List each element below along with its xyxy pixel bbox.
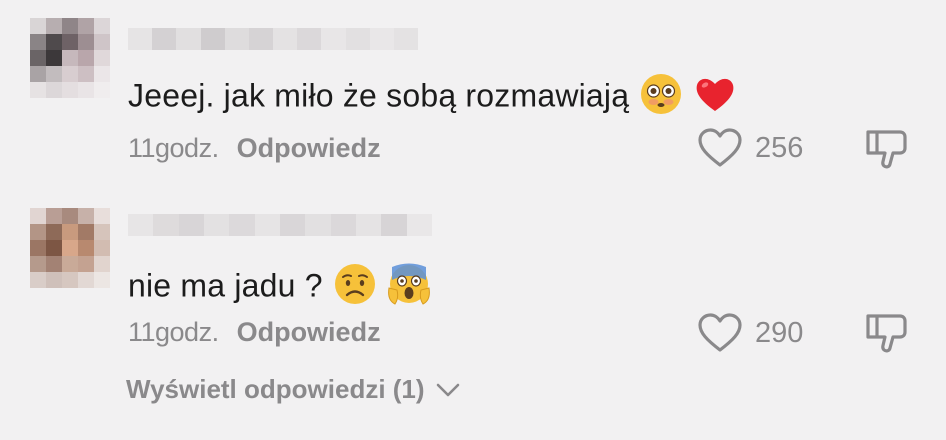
comment-item: Jeeej. jak miło że sobą rozmawiają 11god… bbox=[0, 0, 946, 200]
comment-text: Jeeej. jak miło że sobą rozmawiają bbox=[128, 74, 737, 120]
comment-body: Jeeej. jak miło że sobą rozmawiają bbox=[128, 77, 630, 114]
thumbs-down-icon[interactable] bbox=[862, 124, 910, 172]
comment-item: nie ma jadu ? 11godz. Odpowiedz 290 bbox=[0, 200, 946, 380]
like-button[interactable]: 256 bbox=[697, 127, 803, 169]
flushed-face-emoji bbox=[641, 74, 682, 114]
view-replies-button[interactable]: Wyświetl odpowiedzi (1) bbox=[126, 374, 461, 405]
avatar[interactable] bbox=[30, 208, 110, 288]
comment-text: nie ma jadu ? bbox=[128, 263, 431, 310]
reply-button[interactable]: Odpowiedz bbox=[237, 317, 381, 347]
chevron-down-icon bbox=[436, 383, 459, 396]
view-replies-label: Wyświetl odpowiedzi (1) bbox=[126, 374, 425, 404]
comment-meta: 11godz. Odpowiedz bbox=[128, 133, 381, 164]
like-button[interactable]: 290 bbox=[697, 312, 803, 354]
screaming-face-emoji bbox=[387, 263, 430, 305]
comment-time: 11godz. bbox=[128, 133, 219, 163]
avatar[interactable] bbox=[30, 18, 110, 98]
comment-time: 11godz. bbox=[128, 317, 219, 347]
username-redacted[interactable] bbox=[128, 214, 432, 236]
heart-outline-icon bbox=[698, 313, 742, 352]
red-heart-emoji bbox=[696, 78, 734, 111]
username-redacted[interactable] bbox=[128, 28, 419, 50]
comment-body: nie ma jadu ? bbox=[128, 267, 323, 304]
worried-face-emoji bbox=[334, 264, 375, 304]
like-count: 290 bbox=[755, 316, 804, 349]
heart-outline-icon bbox=[698, 128, 742, 167]
reply-button[interactable]: Odpowiedz bbox=[237, 133, 381, 163]
comment-meta: 11godz. Odpowiedz bbox=[128, 317, 381, 348]
like-count: 256 bbox=[755, 131, 804, 164]
thumbs-down-icon[interactable] bbox=[862, 308, 910, 356]
comments-screen: Jeeej. jak miło że sobą rozmawiają 11god… bbox=[0, 0, 946, 440]
